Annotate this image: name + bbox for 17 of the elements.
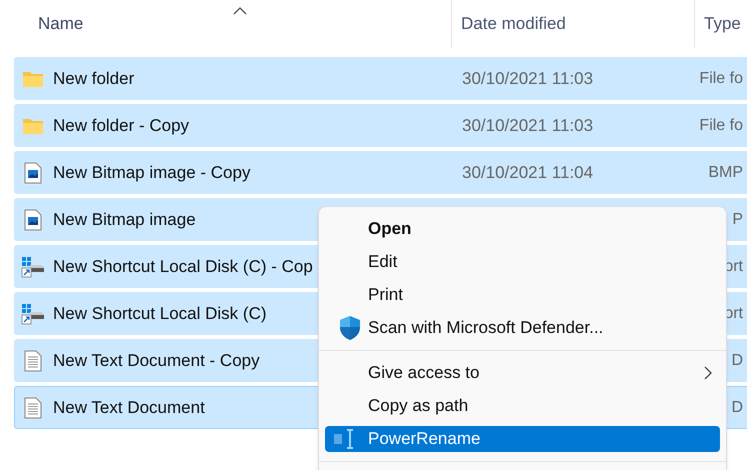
file-name: New Shortcut Local Disk (C) [53, 302, 267, 325]
date-modified: 30/10/2021 11:04 [462, 162, 594, 182]
file-name: New Bitmap image - Copy [53, 162, 250, 184]
file-type: D [731, 398, 743, 418]
file-name: New Text Document - Copy [53, 350, 260, 372]
file-name: New folder [53, 68, 134, 90]
file-name: New Shortcut Local Disk (C) - Cop [53, 256, 313, 278]
date-modified: 30/10/2021 11:03 [462, 68, 594, 88]
file-type: P [732, 210, 743, 230]
file-type: File fo [699, 116, 743, 136]
file-type: D [731, 350, 743, 370]
file-name: New Text Document [53, 396, 205, 419]
file-name: New Bitmap image [53, 208, 196, 231]
file-type: BMP [708, 162, 743, 182]
file-type: File fo [699, 68, 743, 88]
date-modified: 30/10/2021 11:03 [462, 116, 594, 135]
file-name: New folder - Copy [53, 114, 190, 137]
